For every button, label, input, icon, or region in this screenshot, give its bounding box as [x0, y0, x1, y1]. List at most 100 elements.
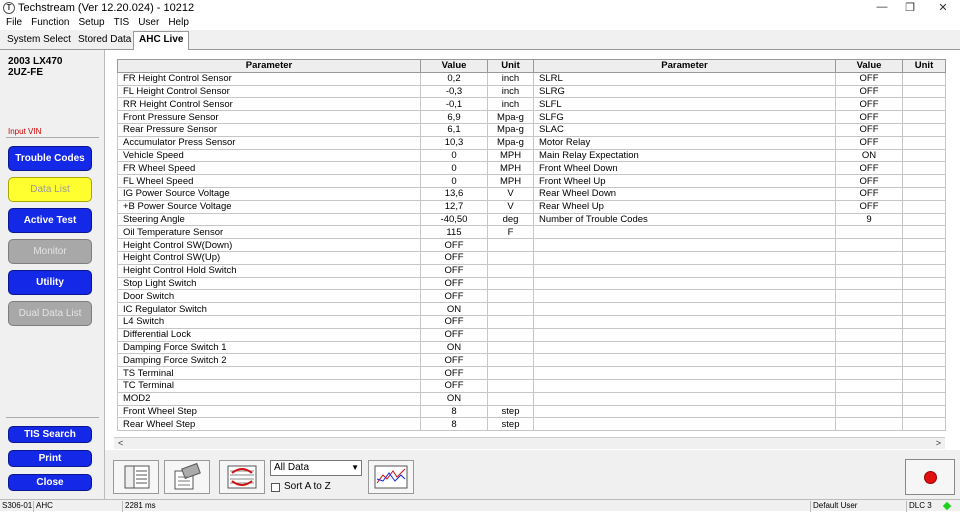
horizontal-scrollbar[interactable]: < >: [114, 437, 945, 449]
table-row[interactable]: [533, 238, 946, 252]
table-row[interactable]: [533, 378, 946, 393]
tab-ahc-live[interactable]: AHC Live: [133, 31, 190, 50]
column-header-parameter[interactable]: Parameter: [533, 59, 836, 73]
table-row[interactable]: TC Terminal OFF: [117, 378, 534, 393]
table-row[interactable]: [533, 314, 946, 329]
column-header-value[interactable]: Value: [420, 59, 488, 73]
table-row[interactable]: [533, 263, 946, 278]
parameter-cell: FL Height Control Sensor: [117, 84, 421, 99]
menu-file[interactable]: File: [3, 16, 25, 30]
table-row[interactable]: Accumulator Press Sensor 10,3 Mpa-g: [117, 135, 534, 150]
table-row[interactable]: MOD2 ON: [117, 391, 534, 406]
table-row[interactable]: Damping Force Switch 1 ON: [117, 340, 534, 355]
table-row[interactable]: SLAC OFF: [533, 122, 946, 137]
table-row[interactable]: SLRG OFF: [533, 84, 946, 99]
table-row[interactable]: Front Wheel Up OFF: [533, 174, 946, 188]
table-row[interactable]: Height Control Hold Switch OFF: [117, 263, 534, 278]
menu-user[interactable]: User: [135, 16, 162, 30]
unit-cell: [902, 122, 946, 137]
table-row[interactable]: Front Wheel Step 8 step: [117, 404, 534, 419]
table-row[interactable]: Door Switch OFF: [117, 289, 534, 304]
table-row[interactable]: Number of Trouble Codes 9: [533, 212, 946, 227]
table-row[interactable]: [533, 302, 946, 316]
table-row[interactable]: [533, 366, 946, 380]
parameter-cell: SLRG: [533, 84, 836, 99]
table-row[interactable]: [533, 404, 946, 419]
table-row[interactable]: IC Regulator Switch ON: [117, 302, 534, 316]
table-row[interactable]: Height Control SW(Down) OFF: [117, 238, 534, 252]
table-row[interactable]: Motor Relay OFF: [533, 135, 946, 150]
print-button[interactable]: Print: [8, 450, 92, 467]
table-row[interactable]: IG Power Source Voltage 13,6 V: [117, 186, 534, 201]
table-row[interactable]: TS Terminal OFF: [117, 366, 534, 380]
table-row[interactable]: FL Wheel Speed 0 MPH: [117, 174, 534, 188]
table-row[interactable]: Differential Lock OFF: [117, 327, 534, 342]
close-icon[interactable]: ✕: [933, 1, 953, 15]
menu-function[interactable]: Function: [28, 16, 72, 30]
table-row[interactable]: [533, 250, 946, 265]
active-test-button[interactable]: Active Test: [8, 208, 92, 233]
column-header-unit[interactable]: Unit: [487, 59, 534, 73]
graph-view-button[interactable]: [368, 460, 414, 494]
refresh-data-button[interactable]: [219, 460, 265, 494]
table-row[interactable]: Height Control SW(Up) OFF: [117, 250, 534, 265]
table-row[interactable]: Vehicle Speed 0 MPH: [117, 148, 534, 163]
window-title: Techstream (Ver 12.20.024) - 10212: [18, 2, 195, 14]
table-row[interactable]: [533, 225, 946, 240]
table-row[interactable]: L4 Switch OFF: [117, 314, 534, 329]
table-row[interactable]: Rear Wheel Up OFF: [533, 199, 946, 214]
table-row[interactable]: SLFL OFF: [533, 97, 946, 112]
table-row[interactable]: Stop Light Switch OFF: [117, 276, 534, 291]
table-row[interactable]: SLRL OFF: [533, 71, 946, 86]
scroll-right-icon[interactable]: >: [936, 438, 941, 448]
parameter-cell: Main Relay Expectation: [533, 148, 836, 163]
value-cell: ON: [420, 391, 488, 406]
input-vin-link[interactable]: Input VIN: [8, 127, 41, 136]
menu-setup[interactable]: Setup: [75, 16, 107, 30]
table-row[interactable]: SLFG OFF: [533, 110, 946, 124]
table-row[interactable]: Front Wheel Down OFF: [533, 161, 946, 176]
trouble-codes-button[interactable]: Trouble Codes: [8, 146, 92, 171]
table-row[interactable]: [533, 289, 946, 304]
table-row[interactable]: Steering Angle -40,50 deg: [117, 212, 534, 227]
record-button[interactable]: [905, 459, 955, 495]
table-row[interactable]: FR Height Control Sensor 0,2 inch: [117, 71, 534, 86]
close-button[interactable]: Close: [8, 474, 92, 491]
table-row[interactable]: Front Pressure Sensor 6,9 Mpa-g: [117, 110, 534, 124]
table-row[interactable]: Rear Wheel Step 8 step: [117, 417, 534, 432]
table-row[interactable]: [533, 353, 946, 368]
minimize-icon[interactable]: —: [872, 1, 892, 15]
table-row[interactable]: [533, 276, 946, 291]
data-filter-select[interactable]: All Data ▼: [270, 460, 362, 476]
table-row[interactable]: [533, 417, 946, 432]
table-row[interactable]: [533, 327, 946, 342]
scroll-left-icon[interactable]: <: [118, 438, 123, 448]
table-row[interactable]: Main Relay Expectation ON: [533, 148, 946, 163]
value-cell: [835, 353, 903, 368]
tis-search-button[interactable]: TIS Search: [8, 426, 92, 443]
column-header-parameter[interactable]: Parameter: [117, 59, 421, 73]
maximize-icon[interactable]: ❐: [900, 1, 920, 15]
table-row[interactable]: FL Height Control Sensor -0,3 inch: [117, 84, 534, 99]
table-row[interactable]: [533, 391, 946, 406]
utility-button[interactable]: Utility: [8, 270, 92, 295]
table-row[interactable]: Rear Wheel Down OFF: [533, 186, 946, 201]
data-list-button[interactable]: Data List: [8, 177, 92, 202]
menu-help[interactable]: Help: [165, 16, 192, 30]
column-header-unit[interactable]: Unit: [902, 59, 946, 73]
table-row[interactable]: +B Power Source Voltage 12,7 V: [117, 199, 534, 214]
tab-system-select[interactable]: System Select: [2, 32, 77, 49]
column-header-value[interactable]: Value: [835, 59, 903, 73]
data-list-view-button[interactable]: [113, 460, 159, 494]
sort-a-to-z-checkbox[interactable]: [271, 483, 280, 492]
table-row[interactable]: Oil Temperature Sensor 115 F: [117, 225, 534, 240]
sort-a-to-z-label[interactable]: Sort A to Z: [284, 481, 331, 492]
table-row[interactable]: Damping Force Switch 2 OFF: [117, 353, 534, 368]
table-row[interactable]: Rear Pressure Sensor 6,1 Mpa-g: [117, 122, 534, 137]
table-row[interactable]: [533, 340, 946, 355]
menu-tis[interactable]: TIS: [111, 16, 133, 30]
tab-stored-data[interactable]: Stored Data: [73, 32, 138, 49]
table-row[interactable]: FR Wheel Speed 0 MPH: [117, 161, 534, 176]
table-row[interactable]: RR Height Control Sensor -0,1 inch: [117, 97, 534, 112]
snapshot-button[interactable]: [164, 460, 210, 494]
